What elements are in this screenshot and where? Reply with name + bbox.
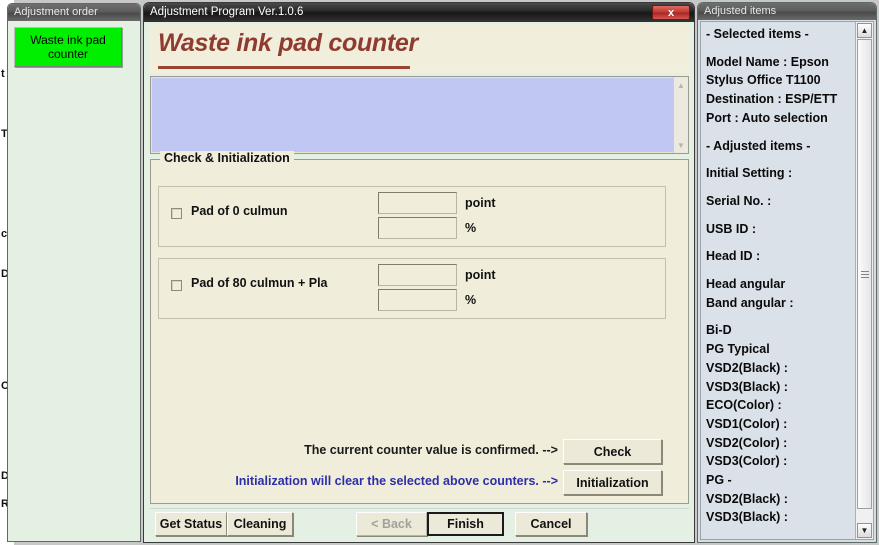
adjusted-item-line: Model Name : Epson xyxy=(706,54,829,69)
dialog-body: Waste ink pad counter ▲ ▼ Check & Initia… xyxy=(144,22,694,542)
pad-1-label: Pad of 80 culmun + Pla xyxy=(191,276,328,290)
dialog-titlebar: Adjustment Program Ver.1.0.6 x xyxy=(144,3,694,22)
adjustment-order-body: Waste ink pad counter xyxy=(8,21,140,541)
pad-1-point-unit: point xyxy=(465,268,496,282)
adjusted-items-content: - Selected items - Model Name : Epson Sty… xyxy=(700,21,874,540)
finish-button[interactable]: Finish xyxy=(427,512,504,536)
adjusted-item-line: VSD2(Black) : xyxy=(706,491,788,506)
pad-0-point-input[interactable] xyxy=(378,192,457,214)
adjusted-item-line: USB ID : xyxy=(706,221,756,236)
log-output-area[interactable] xyxy=(152,78,673,152)
footer-divider xyxy=(150,508,689,509)
adjustment-order-title: Adjustment order xyxy=(14,6,98,18)
adjusted-item-line: Head ID : xyxy=(706,249,761,264)
check-action-row: The current counter value is confirmed. … xyxy=(160,440,558,464)
dialog-title: Adjustment Program Ver.1.0.6 xyxy=(150,6,304,18)
adjusted-item-line: Initial Setting : xyxy=(706,166,793,181)
chevron-up-icon[interactable]: ▲ xyxy=(674,78,688,92)
adjusted-item-line xyxy=(706,312,855,321)
pad-row: Pad of 0 culmun point % xyxy=(158,186,666,247)
chevron-down-icon[interactable]: ▼ xyxy=(674,138,688,152)
pad-row: Pad of 80 culmun + Pla point % xyxy=(158,258,666,319)
scroll-down-icon[interactable]: ▼ xyxy=(857,523,872,538)
adjusted-item-line xyxy=(706,44,855,53)
adjustment-program-dialog: Adjustment Program Ver.1.0.6 x Waste ink… xyxy=(143,2,695,543)
adjusted-item-line: Band angular : xyxy=(706,295,794,310)
adjusted-item-line xyxy=(706,183,855,192)
check-initialization-groupbox: Check & Initialization Pad of 0 culmun p… xyxy=(150,151,689,504)
adjusted-item-line xyxy=(706,266,855,275)
pad-1-percent-input[interactable] xyxy=(378,289,457,311)
initialization-action-text: Initialization will clear the selected a… xyxy=(235,474,558,488)
scrollbar-grip-icon xyxy=(860,270,869,278)
adjusted-item-line: VSD2(Black) : xyxy=(706,360,788,375)
scroll-up-icon[interactable]: ▲ xyxy=(857,23,872,38)
check-button[interactable]: Check xyxy=(563,439,662,464)
adjusted-item-line: VSD3(Black) : xyxy=(706,510,788,525)
adjustment-order-panel: Adjustment order Waste ink pad counter xyxy=(7,3,141,542)
heading-underline xyxy=(158,66,410,69)
pad-1-point-input[interactable] xyxy=(378,264,457,286)
pad-1-percent-unit: % xyxy=(465,293,477,307)
log-scrollbar[interactable]: ▲ ▼ xyxy=(673,77,688,153)
adjusted-item-line: - Selected items - xyxy=(706,27,809,41)
cancel-button[interactable]: Cancel xyxy=(515,512,587,536)
close-icon[interactable]: x xyxy=(652,5,690,20)
pad-0-percent-input[interactable] xyxy=(378,217,457,239)
adjusted-item-line: Stylus Office T1100 xyxy=(706,73,821,88)
check-action-text: The current counter value is confirmed. … xyxy=(304,443,558,457)
adjusted-item-line: VSD3(Color) : xyxy=(706,454,788,469)
pad-0-checkbox[interactable] xyxy=(171,208,182,219)
adjusted-item-line: VSD2(Color) : xyxy=(706,435,788,450)
adjusted-items-list: - Selected items - Model Name : Epson Sty… xyxy=(701,22,855,539)
adjusted-item-line: - Adjusted items - xyxy=(706,138,811,153)
adjusted-item-line xyxy=(706,211,855,220)
heading-band: Waste ink pad counter xyxy=(149,24,690,73)
adjusted-item-line xyxy=(706,155,855,164)
adjusted-item-line: PG Typical xyxy=(706,342,770,357)
pad-0-point-unit: point xyxy=(465,196,496,210)
initialization-action-row: Initialization will clear the selected a… xyxy=(160,471,558,495)
adjusted-item-line: ECO(Color) : xyxy=(706,398,782,413)
pad-0-label: Pad of 0 culmun xyxy=(191,204,288,218)
back-button: < Back xyxy=(356,512,427,536)
adjusted-item-line: VSD3(Black) : xyxy=(706,379,788,394)
initialization-button[interactable]: Initialization xyxy=(563,470,662,495)
cleaning-button[interactable]: Cleaning xyxy=(227,512,293,536)
adjusted-items-titlebar: Adjusted items xyxy=(698,3,876,20)
adjusted-item-line xyxy=(706,238,855,247)
pad-1-checkbox[interactable] xyxy=(171,280,182,291)
adjusted-item-line: Destination : ESP/ETT xyxy=(706,92,838,107)
adjusted-item-line: Head angular xyxy=(706,277,786,292)
adjusted-item-line: Serial No. : xyxy=(706,193,772,208)
adjusted-item-line: VSD1(Color) : xyxy=(706,416,788,431)
adjusted-items-scrollbar[interactable]: ▲ ▼ xyxy=(855,22,873,539)
scrollbar-thumb[interactable] xyxy=(857,39,872,509)
adjustment-order-titlebar: Adjustment order xyxy=(8,4,140,21)
adjusted-items-panel: Adjusted items - Selected items - Model … xyxy=(697,2,877,543)
adjusted-item-line: PG - xyxy=(706,473,732,488)
adjusted-item-line xyxy=(706,128,855,137)
waste-ink-pad-counter-button[interactable]: Waste ink pad counter xyxy=(14,27,122,67)
background-text-fragment: t xyxy=(1,68,5,80)
adjusted-item-line: Bi-D xyxy=(706,323,732,338)
adjustment-order-footer xyxy=(8,512,140,541)
pad-0-percent-unit: % xyxy=(465,221,477,235)
adjusted-items-title: Adjusted items xyxy=(704,5,777,17)
get-status-button[interactable]: Get Status xyxy=(155,512,227,536)
page-title: Waste ink pad counter xyxy=(158,29,418,57)
log-output-wrapper: ▲ ▼ xyxy=(150,76,689,154)
groupbox-legend: Check & Initialization xyxy=(160,151,294,165)
adjusted-item-line: Port : Auto selection xyxy=(706,110,828,125)
